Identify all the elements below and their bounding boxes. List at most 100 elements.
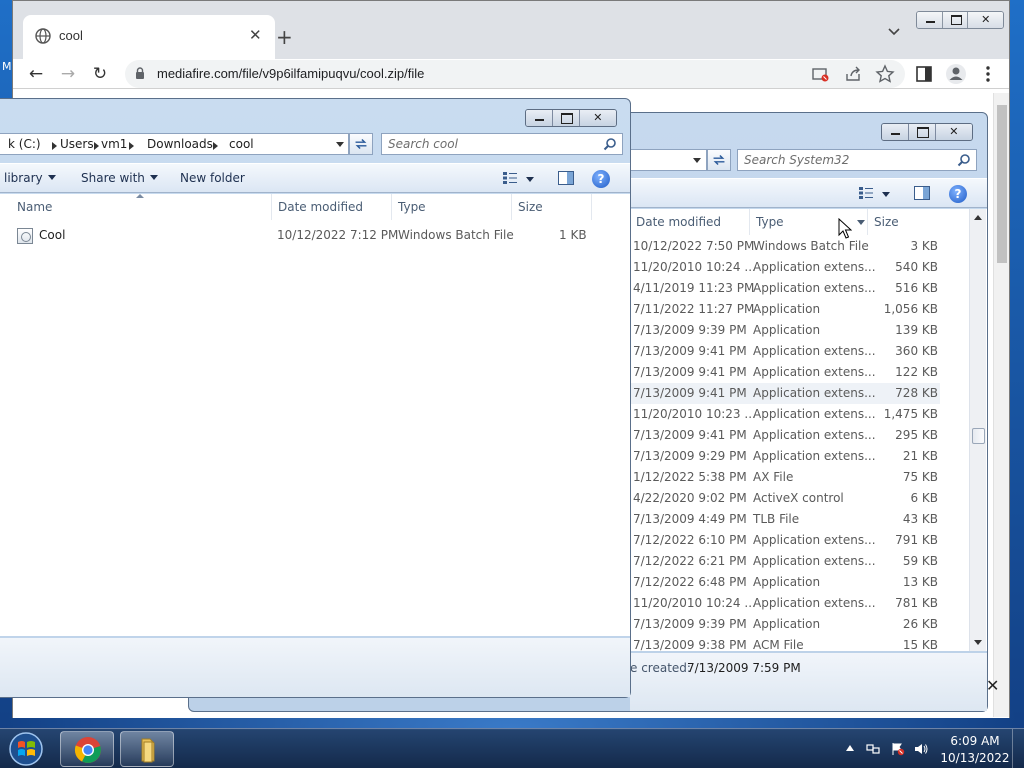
- star-icon[interactable]: [875, 64, 895, 84]
- cell-date: 7/13/2009 9:39 PM: [633, 323, 747, 337]
- minimize-button[interactable]: [526, 110, 553, 126]
- preview-pane-icon[interactable]: [558, 171, 574, 185]
- taskbar-chrome-button[interactable]: [60, 731, 114, 767]
- cell-size: 295 KB: [895, 428, 938, 442]
- views-dropdown-icon[interactable]: [882, 192, 890, 197]
- forward-icon[interactable]: →: [57, 63, 79, 85]
- views-icon[interactable]: [859, 187, 873, 199]
- breadcrumb-separator-icon[interactable]: [213, 142, 218, 150]
- search-input[interactable]: Search cool: [381, 133, 623, 155]
- kebab-menu-icon[interactable]: [977, 63, 999, 85]
- column-date-modified[interactable]: Date modified: [272, 194, 392, 220]
- address-bar[interactable]: mediafire.com/file/v9p6ilfamipuqvu/cool.…: [125, 60, 905, 88]
- close-button[interactable]: ✕: [968, 12, 1003, 28]
- minimize-button[interactable]: [917, 12, 943, 28]
- minimize-button[interactable]: [882, 124, 909, 140]
- table-row[interactable]: 7/12/2022 6:48 PM Application 13 KB: [630, 572, 940, 593]
- file-row-cool[interactable]: Cool 10/12/2022 7:12 PM Windows Batch Fi…: [0, 225, 630, 246]
- scroll-up-icon[interactable]: [974, 215, 982, 220]
- breadcrumb-separator-icon[interactable]: [94, 142, 99, 150]
- maximize-button[interactable]: [942, 12, 969, 28]
- table-row[interactable]: 7/13/2009 4:49 PM TLB File 43 KB: [630, 509, 940, 530]
- views-icon[interactable]: [503, 172, 517, 184]
- table-row[interactable]: 1/12/2022 5:38 PM AX File 75 KB: [630, 467, 940, 488]
- close-button[interactable]: ✕: [935, 124, 972, 140]
- tray-up-arrow-icon[interactable]: [845, 743, 855, 753]
- table-row[interactable]: 11/20/2010 10:24 ... Application extens..…: [630, 593, 940, 614]
- search-input[interactable]: Search System32: [737, 149, 977, 171]
- refresh-button[interactable]: [707, 149, 731, 171]
- network-icon[interactable]: [866, 742, 880, 756]
- profile-icon[interactable]: [945, 63, 967, 85]
- close-button[interactable]: ✕: [579, 110, 616, 126]
- flag-icon[interactable]: [891, 742, 905, 756]
- column-size[interactable]: Size: [512, 194, 592, 220]
- table-row[interactable]: 7/13/2009 9:39 PM Application 26 KB: [630, 614, 940, 635]
- breadcrumb-downloads[interactable]: Downloads: [147, 137, 213, 151]
- table-row[interactable]: 4/11/2019 11:23 PM Application extens... 5…: [630, 278, 940, 299]
- table-row[interactable]: 7/13/2009 9:41 PM Application extens... 72…: [630, 383, 940, 404]
- taskbar-explorer-button[interactable]: [120, 731, 174, 767]
- list-scrollbar[interactable]: [969, 209, 986, 651]
- close-icon[interactable]: ✕: [249, 26, 262, 44]
- table-row[interactable]: 7/12/2022 6:10 PM Application extens... 79…: [630, 530, 940, 551]
- breadcrumb-vm1[interactable]: vm1: [101, 137, 127, 151]
- reload-icon[interactable]: ↻: [89, 63, 111, 85]
- chevron-down-icon[interactable]: [693, 158, 701, 163]
- close-icon[interactable]: ✕: [986, 676, 999, 695]
- clock-date[interactable]: 10/13/2022: [940, 751, 1010, 765]
- breadcrumb-drive[interactable]: k (C:): [8, 137, 41, 151]
- column-name[interactable]: Name: [11, 194, 272, 220]
- plus-icon[interactable]: +: [276, 25, 293, 49]
- new-folder-button[interactable]: New folder: [180, 171, 245, 185]
- table-row[interactable]: 7/13/2009 9:41 PM Application extens... 29…: [630, 425, 940, 446]
- tab-cool[interactable]: cool ✕: [23, 15, 275, 59]
- share-with-button[interactable]: Share with: [81, 171, 158, 185]
- column-date-modified[interactable]: Date modified: [630, 209, 750, 235]
- maximize-button[interactable]: [908, 124, 936, 140]
- volume-icon[interactable]: [914, 742, 928, 756]
- table-row[interactable]: 7/13/2009 9:41 PM Application extens... 12…: [630, 362, 940, 383]
- scrollbar-thumb[interactable]: [972, 428, 985, 444]
- help-icon[interactable]: ?: [949, 185, 967, 203]
- address-breadcrumb[interactable]: k (C:) Users vm1 Downloads cool: [0, 133, 349, 155]
- include-in-library-button[interactable]: library: [4, 171, 56, 185]
- table-row[interactable]: 10/12/2022 7:50 PM Windows Batch File 3 KB: [630, 236, 940, 257]
- table-row[interactable]: 7/13/2009 9:39 PM Application 139 KB: [630, 320, 940, 341]
- chevron-down-icon[interactable]: [336, 142, 344, 147]
- show-desktop-button[interactable]: [1012, 729, 1024, 768]
- refresh-button[interactable]: [349, 133, 373, 155]
- column-type[interactable]: Type: [392, 194, 512, 220]
- column-size[interactable]: Size: [868, 209, 968, 235]
- scroll-down-icon[interactable]: [974, 640, 982, 645]
- lock-icon[interactable]: [135, 67, 145, 80]
- preview-pane-icon[interactable]: [914, 186, 930, 200]
- table-row[interactable]: 7/12/2022 6:21 PM Application extens... 59…: [630, 551, 940, 572]
- address-breadcrumb[interactable]: [629, 149, 707, 171]
- breadcrumb-users[interactable]: Users: [60, 137, 94, 151]
- scrollbar-thumb[interactable]: [997, 105, 1007, 263]
- maximize-button[interactable]: [552, 110, 580, 126]
- table-row[interactable]: 7/13/2009 9:41 PM Application extens... 36…: [630, 341, 940, 362]
- share-icon[interactable]: [843, 64, 863, 84]
- table-row[interactable]: 11/20/2010 10:24 ... Application extens..…: [630, 257, 940, 278]
- column-filter-icon[interactable]: [857, 220, 865, 225]
- views-dropdown-icon[interactable]: [526, 177, 534, 182]
- search-icon[interactable]: [957, 153, 971, 167]
- breadcrumb-cool[interactable]: cool: [229, 137, 254, 151]
- help-icon[interactable]: ?: [592, 170, 610, 188]
- breadcrumb-separator-icon[interactable]: [52, 142, 57, 150]
- clock-time[interactable]: 6:09 AM: [940, 734, 1010, 748]
- blocked-popup-icon[interactable]: [810, 64, 830, 84]
- windows-start-icon[interactable]: [5, 731, 47, 767]
- side-panel-icon[interactable]: [913, 63, 935, 85]
- table-row[interactable]: 7/11/2022 11:27 PM Application 1,056 KB: [630, 299, 940, 320]
- search-icon[interactable]: [603, 137, 617, 151]
- table-row[interactable]: 11/20/2010 10:23 ... Application extens..…: [630, 404, 940, 425]
- breadcrumb-separator-icon[interactable]: [129, 142, 134, 150]
- table-row[interactable]: 7/13/2009 9:29 PM Application extens... 21…: [630, 446, 940, 467]
- page-scrollbar[interactable]: [993, 93, 1009, 717]
- table-row[interactable]: 4/22/2020 9:02 PM ActiveX control 6 KB: [630, 488, 940, 509]
- chevron-down-icon[interactable]: [888, 27, 900, 37]
- back-icon[interactable]: ←: [25, 63, 47, 85]
